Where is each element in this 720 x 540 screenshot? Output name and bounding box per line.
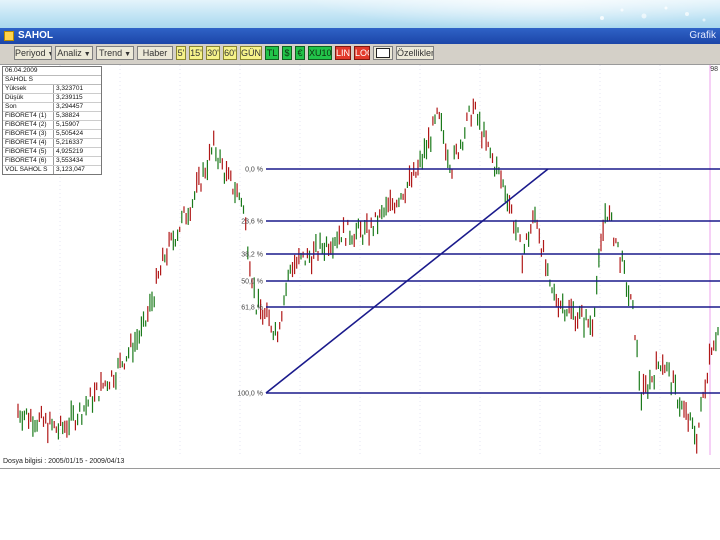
toolbar-button-5[interactable]: 5' [176,46,186,60]
fib-level-label: 23,6 % [241,219,263,226]
info-date: 06.04.2009 [3,67,101,76]
toolbar-button-label: 15' [190,48,202,58]
info-symbol: SAHOL S [3,76,101,85]
info-row-label: Düşük [3,94,54,102]
toolbar-button-btn11[interactable]: € [295,46,305,60]
chart-window: SAHOL Grafik Periyod▼Analiz▼Trend▼Haber5… [0,28,720,469]
toolbar-button-trend[interactable]: Trend ▼ [96,46,134,60]
toolbar-button-tl[interactable]: TL [265,46,279,60]
info-row-value: 5,38824 [56,112,80,119]
toolbar-button-label: TL [266,48,278,58]
toolbar-button-lin[interactable]: LIN [335,46,351,60]
toolbar-button-zellikler[interactable]: Özellikler [396,46,434,60]
info-row-label: VOL SAHOL S [3,166,54,174]
chevron-down-icon: ▼ [48,51,51,58]
template-icon [376,48,390,58]
fib-level-label: 100,0 % [237,391,263,398]
toolbar-button-periyod[interactable]: Periyod▼ [14,46,52,60]
toolbar-button-gn[interactable]: GÜN [240,46,262,60]
toolbar-button-label: Periyod [15,48,46,58]
window-titlebar: SAHOL Grafik [0,28,720,44]
fib-level-label: 50,0 % [241,279,263,286]
info-row-value: 3,553434 [56,157,84,164]
info-row: FIBORET4 (5) 4,925219 [3,148,101,157]
toolbar-button-label: € [297,48,303,58]
info-row-value: 5,216337 [56,139,84,146]
info-row-label: FIBORET4 (6) [3,157,54,165]
info-row: FIBORET4 (2) 5,15907 [3,121,101,130]
slide-banner [0,0,720,28]
fib-level-label: 0,0 % [245,167,263,174]
info-row-label: Son [3,103,54,111]
info-row: FIBORET4 (6) 3,553434 [3,157,101,166]
info-row-label: FIBORET4 (2) [3,121,54,129]
toolbar-button-haber[interactable]: Haber [137,46,173,60]
toolbar-button-label: 60' [224,48,236,58]
info-row: Düşük 3,239115 [3,94,101,103]
toolbar-button-label: XU100 [309,48,332,58]
info-row-value: 3,239115 [56,94,83,101]
toolbar-button-label: Haber [142,48,168,58]
price-chart[interactable]: 0,0 % 23,6 % 38,2 % 50,0 % 61,8 % 100,0 % Dos… [0,65,720,468]
info-row: Son 3,294457 [3,103,101,112]
info-row-label: FIBORET4 (1) [3,112,54,120]
chart-canvas[interactable]: 0,0 % 23,6 % 38,2 % 50,0 % 61,8 % 100,0 % Dos… [0,65,720,468]
info-row-value: 4,925219 [56,148,84,155]
info-row-label: Yüksek [3,85,54,93]
info-row-label: FIBORET4 (3) [3,130,54,138]
chevron-down-icon: ▼ [83,51,91,58]
info-row-value: 3,123,047 [56,166,85,173]
toolbar-button-log[interactable]: LOG [354,46,370,60]
toolbar-button-btn10[interactable]: $ [282,46,292,60]
info-row: FIBORET4 (4) 5,216337 [3,139,101,148]
toolbar-template-button[interactable] [373,46,393,60]
fib-level-label: 38,2 % [241,252,263,259]
toolbar-button-label: LOG [355,48,369,58]
window-right-label: Grafik [689,30,716,41]
toolbar-button-label: $ [284,48,290,58]
toolbar-button-60[interactable]: 60' [223,46,237,60]
window-title: SAHOL [18,30,53,41]
info-row: FIBORET4 (3) 5,505424 [3,130,101,139]
toolbar-button-label: 5' [177,48,185,58]
fib-level-label: 61,8 % [241,305,263,312]
info-row-label: FIBORET4 (5) [3,148,54,156]
toolbar-button-30[interactable]: 30' [206,46,220,60]
info-row: VOL SAHOL S 3,123,047 [3,166,101,174]
toolbar-button-label: Özellikler [397,48,434,58]
chevron-down-icon: ▼ [124,51,132,58]
toolbar-button-label: LIN [336,48,351,58]
toolbar-button-analiz[interactable]: Analiz ▼ [55,46,93,60]
toolbar-button-15[interactable]: 15' [189,46,203,60]
right-axis-label: 98 [710,66,718,73]
banner-dots-decoration [600,6,706,22]
info-row: FIBORET4 (1) 5,38824 [3,112,101,121]
chart-footer-text: Dosya bilgisi : 2005/01/15 - 2009/04/13 [3,458,125,465]
info-row-value: 3,323701 [56,85,84,92]
chart-toolbar: Periyod▼Analiz▼Trend▼Haber5'15'30'60'GÜN… [0,44,720,65]
info-row-value: 3,294457 [56,103,84,110]
toolbar-button-label: GÜN [241,48,261,58]
info-row-value: 5,505424 [56,130,84,137]
info-panel: 06.04.2009 SAHOL S Yüksek 3,323701 Düşük 3,… [2,66,102,175]
info-row-value: 5,15907 [56,121,80,128]
toolbar-button-label: 30' [207,48,219,58]
toolbar-button-label: Trend [98,48,123,58]
toolbar-button-xu100[interactable]: XU100 [308,46,332,60]
app-icon [4,31,14,41]
info-row: Yüksek 3,323701 [3,85,101,94]
info-row-label: FIBORET4 (4) [3,139,54,147]
toolbar-button-label: Analiz [57,48,82,58]
